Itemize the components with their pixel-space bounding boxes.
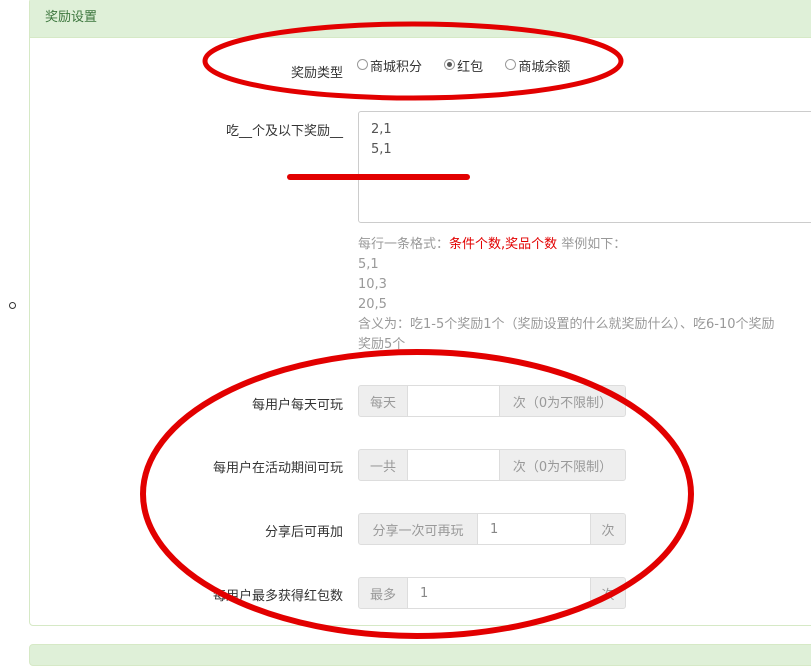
share-bonus-prefix: 分享一次可再玩 xyxy=(358,513,478,545)
radio-mall-balance-label: 商城余额 xyxy=(518,60,571,75)
daily-plays-label: 每用户每天可玩 xyxy=(251,398,343,413)
max-redpack-group: 最多 1 次 xyxy=(358,577,626,609)
help-example-3: 20,5 xyxy=(358,297,387,312)
share-bonus-group: 分享一次可再玩 1 次 xyxy=(358,513,626,545)
daily-plays-prefix: 每天 xyxy=(358,385,408,417)
radio-mall-balance-circle[interactable] xyxy=(505,59,517,70)
help-meaning-line-1: 含义为：吃1-5个奖励1个（奖励设置的什么就奖励什么）、吃6-10个奖励 xyxy=(358,317,775,332)
share-bonus-label: 分享后可再加 xyxy=(264,525,343,540)
next-panel-header xyxy=(29,644,811,666)
max-redpack-prefix: 最多 xyxy=(358,577,408,609)
radio-mall-balance[interactable]: 商城余额 xyxy=(505,56,570,75)
total-plays-prefix: 一共 xyxy=(358,449,408,481)
total-plays-group: 一共 次（0为不限制） xyxy=(358,449,626,481)
eat-reward-textarea[interactable]: 2,1 5,1 xyxy=(358,111,811,223)
max-redpack-suffix: 次 xyxy=(590,577,626,609)
help-suffix: 举例如下： xyxy=(557,237,627,252)
daily-plays-suffix: 次（0为不限制） xyxy=(499,385,626,417)
reward-type-label: 奖励类型 xyxy=(290,66,343,81)
radio-mall-points[interactable]: 商城积分 xyxy=(357,56,422,75)
daily-plays-group: 每天 次（0为不限制） xyxy=(358,385,626,417)
daily-plays-input[interactable] xyxy=(408,385,499,417)
share-bonus-suffix: 次 xyxy=(590,513,626,545)
help-text: 每行一条格式：条件个数,奖品个数 举例如下： 5,1 10,3 20,5 含义为… xyxy=(358,235,775,355)
help-format-line: 每行一条格式：条件个数,奖品个数 举例如下： xyxy=(358,235,775,255)
help-meaning-line-2: 奖励5个 xyxy=(358,337,406,352)
total-plays-suffix: 次（0为不限制） xyxy=(499,449,626,481)
radio-red-packet[interactable]: 红包 xyxy=(444,56,483,75)
reward-type-radio-group: 商城积分 红包 商城余额 xyxy=(357,56,588,75)
total-plays-input[interactable] xyxy=(408,449,499,481)
help-example-1: 5,1 xyxy=(358,257,379,272)
max-redpack-label: 每用户最多获得红包数 xyxy=(212,589,343,604)
share-bonus-input[interactable]: 1 xyxy=(478,513,590,545)
total-plays-label: 每用户在活动期间可玩 xyxy=(212,461,343,476)
panel-title: 奖励设置 xyxy=(30,0,811,38)
radio-red-packet-circle[interactable] xyxy=(444,59,456,70)
eat-reward-label: 吃__个及以下奖励__ xyxy=(225,124,343,139)
help-example-2: 10,3 xyxy=(358,277,387,292)
help-format: 条件个数,奖品个数 xyxy=(449,237,558,252)
help-prefix: 每行一条格式： xyxy=(358,237,450,252)
radio-mall-points-label: 商城积分 xyxy=(370,60,423,75)
bullet-marker xyxy=(9,302,16,309)
radio-red-packet-label: 红包 xyxy=(457,60,484,75)
max-redpack-input[interactable]: 1 xyxy=(408,577,590,609)
radio-mall-points-circle[interactable] xyxy=(357,59,368,70)
